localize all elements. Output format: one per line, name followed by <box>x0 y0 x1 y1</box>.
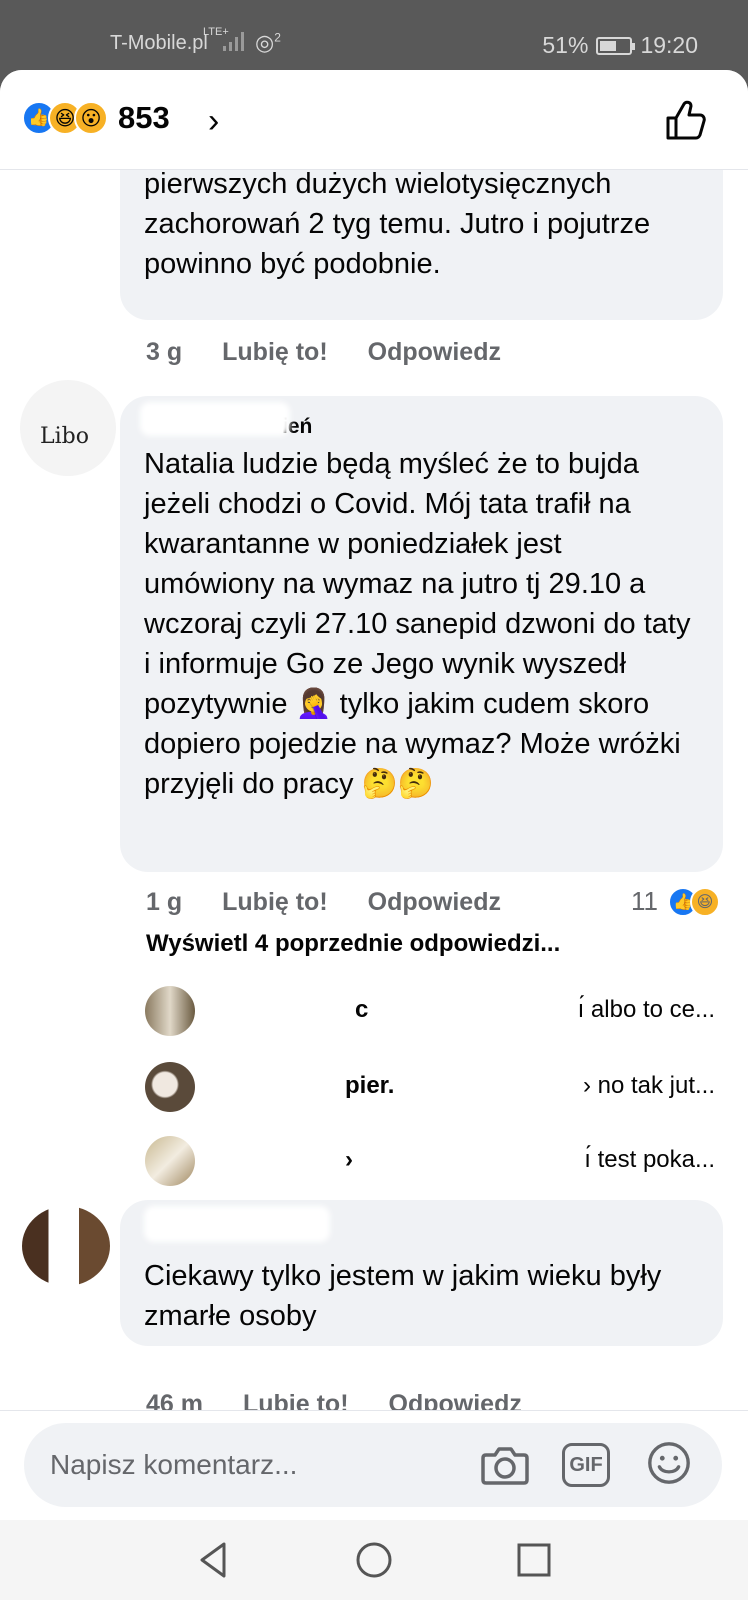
status-right: 51% 19:20 <box>542 32 698 59</box>
reply-author: pier. <box>345 1072 395 1099</box>
like-outline-icon[interactable] <box>660 96 708 144</box>
clock: 19:20 <box>640 32 698 58</box>
composer-area: GIF <box>0 1410 748 1520</box>
avatar <box>145 1136 195 1186</box>
comments-list: pierwszych dużych wielotysięcznych zacho… <box>0 170 748 1410</box>
avatar[interactable]: Libo <box>20 380 116 476</box>
like-link[interactable]: Lubię to! <box>222 338 328 367</box>
gif-label: GIF <box>569 1453 603 1476</box>
comment-actions: 46 m Lubię to! Odpowiedz <box>146 1390 522 1410</box>
comment-time: 3 g <box>146 338 183 366</box>
back-icon[interactable] <box>192 1538 236 1582</box>
reply-preview[interactable]: › ı́ test poka... <box>145 1136 715 1186</box>
comment-time: 1 g <box>146 888 183 916</box>
recents-icon[interactable] <box>512 1538 556 1582</box>
reply-snippet: ı́ test poka... <box>584 1146 715 1173</box>
reply-link[interactable]: Odpowiedz <box>389 1390 522 1410</box>
comment-bubble[interactable]: pierwszych dużych wielotysięcznych zacho… <box>120 170 723 320</box>
home-icon[interactable] <box>352 1538 396 1582</box>
reactions-header: 👍 😆 😮 853 › <box>0 70 748 170</box>
comments-sheet: 👍 😆 😮 853 › pierwszych dużych wielotysię… <box>0 70 748 1600</box>
like-link[interactable]: Lubię to! <box>222 888 328 917</box>
gif-icon[interactable]: GIF <box>562 1443 610 1487</box>
emoji-icon[interactable] <box>644 1439 694 1487</box>
reactions-summary[interactable]: 👍 😆 😮 853 <box>22 100 170 136</box>
like-link[interactable]: Lubię to! <box>243 1390 349 1410</box>
reaction-count: 853 <box>118 100 170 135</box>
reply-preview[interactable]: pier. › no tak jut... <box>145 1062 715 1112</box>
comment-text: Ciekawy tylko jestem w jakim wieku były … <box>144 1260 662 1332</box>
redaction <box>140 402 290 436</box>
reaction-count: 11 <box>631 886 658 916</box>
carrier-label: T-Mobile.pl <box>110 32 208 54</box>
comment-text: pierwszych dużych wielotysięcznych zacho… <box>144 170 651 280</box>
avatar <box>145 1062 195 1112</box>
reply-link[interactable]: Odpowiedz <box>368 888 501 917</box>
reply-link[interactable]: Odpowiedz <box>368 338 501 367</box>
system-nav-bar <box>0 1520 748 1600</box>
wow-icon: 😮 <box>74 101 108 135</box>
comment-actions: 1 g Lubię to! Odpowiedz <box>146 888 501 917</box>
comment-composer: GIF <box>24 1423 722 1507</box>
hotspot-count: 2 <box>274 30 281 45</box>
reply-author: › <box>345 1146 353 1173</box>
battery-icon <box>596 36 636 55</box>
comment-bubble[interactable]: ień Natalia ludzie będą myśleć że to buj… <box>120 396 723 872</box>
reply-preview[interactable]: c ı́ albo to ce... <box>145 986 715 1036</box>
comment-text: Natalia ludzie będą myśleć że to bujda j… <box>144 448 691 800</box>
reply-author: c <box>355 996 369 1023</box>
status-bar: T-Mobile.pl LTE+ ◎2 51% 19:20 <box>0 0 748 70</box>
comment-time: 46 m <box>146 1390 203 1410</box>
haha-icon: 😆 <box>690 886 720 917</box>
chevron-right-icon[interactable]: › <box>208 102 219 141</box>
comment-input[interactable] <box>50 1445 450 1485</box>
comment-reactions[interactable]: 11 👍 😆 <box>631 886 720 917</box>
comment-actions: 3 g Lubię to! Odpowiedz <box>146 338 501 367</box>
avatar[interactable] <box>22 1206 110 1286</box>
camera-icon[interactable] <box>480 1441 530 1489</box>
hotspot-icon: ◎2 <box>255 30 281 55</box>
view-previous-replies[interactable]: Wyświetl 4 poprzednie odpowiedzi... <box>146 930 560 958</box>
signal-icon <box>223 32 244 51</box>
avatar <box>145 986 195 1036</box>
battery-percent: 51% <box>542 32 589 58</box>
reply-snippet: ı́ albo to ce... <box>577 996 715 1023</box>
avatar-text: Libo <box>40 424 89 449</box>
redaction <box>144 1206 330 1242</box>
reply-snippet: › no tak jut... <box>582 1072 715 1099</box>
